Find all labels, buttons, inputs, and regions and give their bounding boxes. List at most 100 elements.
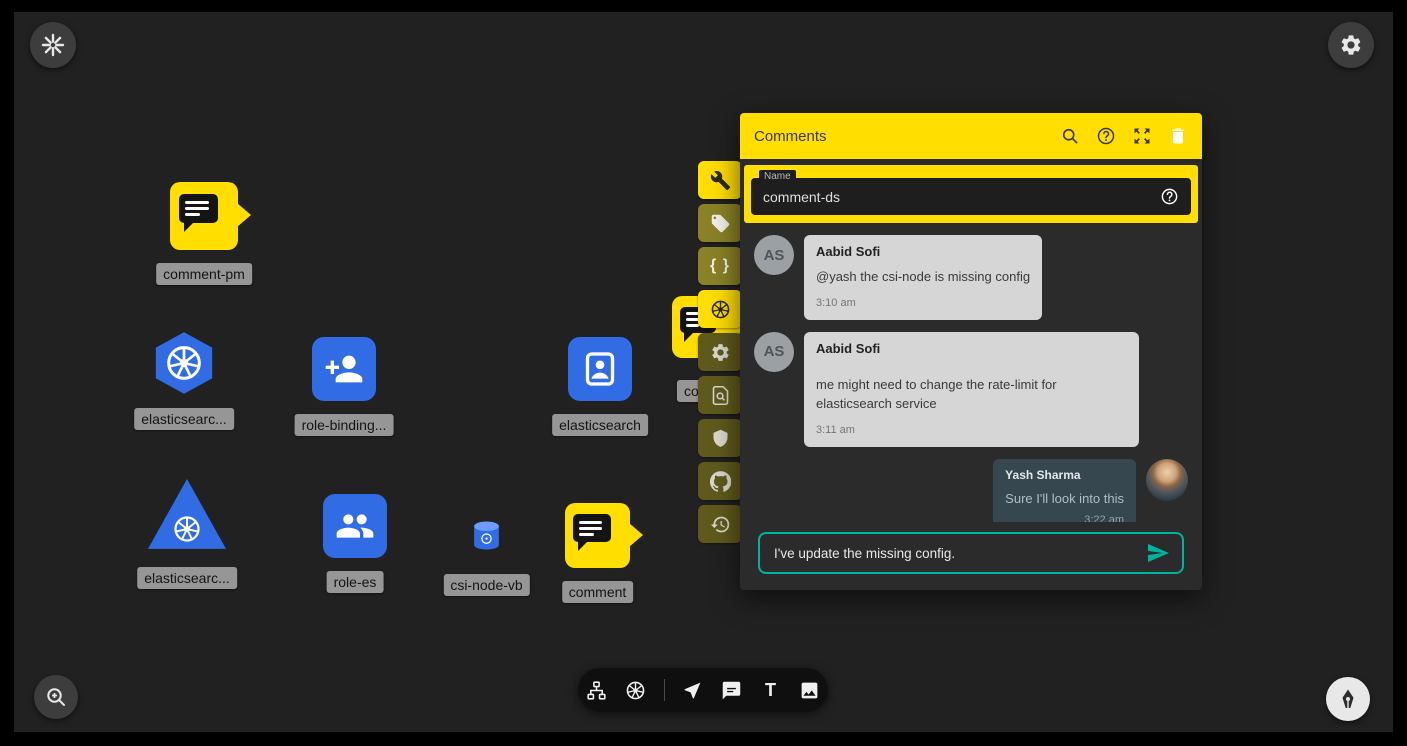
speech-bubble-icon — [179, 194, 218, 223]
message-bubble: Aabid Sofi @yash the csi-node is missing… — [804, 235, 1042, 320]
pen-nib-icon — [1336, 687, 1360, 711]
message-author: Aabid Sofi — [816, 243, 1030, 262]
message-text: me might need to change the rate-limit f… — [816, 376, 1127, 414]
storage-cylinder-icon — [470, 519, 503, 552]
node-label[interactable]: elasticsearch — [552, 414, 648, 436]
message-author: Yash Sharma — [1005, 467, 1124, 484]
history-button[interactable] — [698, 505, 742, 543]
message-bubble: Yash Sharma Sure I'll look into this 3:2… — [993, 459, 1136, 522]
message-time: 3:22 am — [1005, 513, 1124, 522]
text-tool-icon[interactable]: T — [760, 679, 782, 701]
settings-button[interactable] — [698, 333, 742, 371]
message-text: Sure I'll look into this — [1005, 490, 1124, 509]
gear-icon — [1339, 33, 1363, 57]
app-logo-button[interactable] — [30, 22, 76, 68]
zoom-in-icon — [44, 685, 68, 709]
person-add-icon — [312, 337, 376, 401]
comment-input-box[interactable] — [758, 532, 1184, 574]
help-icon[interactable] — [1160, 187, 1179, 206]
find-in-page-icon — [710, 385, 731, 406]
search-icon[interactable] — [1060, 126, 1080, 146]
kubernetes-triangle-icon — [148, 479, 226, 551]
node-action-toolbar: { } — [698, 161, 742, 543]
expand-icon[interactable] — [1132, 126, 1152, 146]
pen-tool-button[interactable] — [1326, 677, 1370, 721]
components-flow-icon[interactable] — [586, 679, 608, 701]
node-label[interactable]: role-es — [327, 571, 384, 593]
message-bubble: Aabid Sofi me might need to change the r… — [804, 332, 1139, 447]
message-text: @yash the csi-node is missing config — [816, 268, 1030, 287]
message-row: Yash Sharma Sure I'll look into this 3:2… — [754, 459, 1188, 522]
node-label[interactable]: role-binding... — [295, 414, 394, 436]
yash-avatar-photo — [1146, 459, 1188, 501]
message-row: AS Aabid Sofi @yash the csi-node is miss… — [754, 235, 1188, 320]
node-comment[interactable]: comment — [565, 503, 630, 568]
zoom-button[interactable] — [34, 675, 78, 719]
shield-icon — [710, 428, 731, 449]
gear-icon — [710, 342, 731, 363]
avatar: AS — [754, 235, 794, 275]
kubernetes-wheel-icon — [710, 299, 731, 320]
dock-divider — [664, 679, 665, 701]
name-field-label: Name — [759, 170, 796, 183]
braces-icon: { } — [710, 257, 730, 275]
node-elasticsearch-triangle[interactable]: elasticsearc... — [148, 479, 226, 551]
wrench-icon — [710, 170, 731, 191]
message-time: 3:11 am — [816, 423, 1127, 439]
node-role-es[interactable]: role-es — [323, 494, 387, 558]
delete-icon[interactable] — [1168, 126, 1188, 146]
node-label[interactable]: elasticsearc... — [137, 567, 237, 589]
node-label[interactable]: comment — [562, 581, 634, 603]
people-icon — [323, 494, 387, 558]
kubernetes-wheel-icon[interactable] — [625, 679, 647, 701]
node-elasticsearch-hexagon[interactable]: elasticsearc... — [152, 331, 216, 395]
send-icon[interactable] — [1146, 541, 1170, 565]
github-icon — [710, 471, 731, 492]
kubernetes-button[interactable] — [698, 290, 742, 328]
avatar: AS — [754, 332, 794, 372]
cursor-tool-icon[interactable] — [682, 679, 704, 701]
node-csi-node-vb[interactable]: csi-node-vb — [470, 519, 503, 552]
comment-icon — [565, 503, 630, 568]
media-tool-icon[interactable] — [799, 679, 821, 701]
speech-bubble-icon — [573, 514, 611, 542]
kubernetes-wheel-icon — [164, 343, 204, 383]
github-button[interactable] — [698, 462, 742, 500]
name-field-highlight: Name comment-ds — [744, 165, 1198, 223]
comment-tool-icon[interactable] — [721, 679, 743, 701]
braces-button[interactable]: { } — [698, 247, 742, 285]
name-field[interactable]: Name comment-ds — [751, 178, 1191, 215]
person-add-glyph — [324, 349, 364, 389]
badge-person-icon — [568, 337, 632, 401]
badge-person-glyph — [580, 349, 620, 389]
node-elasticsearch-serviceaccount[interactable]: elasticsearch — [568, 337, 632, 401]
comment-input[interactable] — [772, 545, 1138, 562]
message-author: Aabid Sofi — [816, 340, 1127, 359]
node-role-binding[interactable]: role-binding... — [312, 337, 376, 401]
inspect-button[interactable] — [698, 376, 742, 414]
tag-icon — [710, 213, 731, 234]
node-label[interactable]: csi-node-vb — [443, 574, 529, 596]
bottom-tool-dock: T — [578, 668, 828, 712]
tag-button[interactable] — [698, 204, 742, 242]
people-glyph — [335, 506, 375, 546]
asterisk-flower-icon — [41, 33, 65, 57]
node-comment-pm[interactable]: comment-pm — [170, 182, 238, 250]
comment-icon — [170, 182, 238, 250]
comments-panel: Comments Name comment-ds AS Aabid Sofi @… — [740, 113, 1202, 590]
kubernetes-hexagon-icon — [152, 331, 216, 395]
node-label[interactable]: elasticsearc... — [134, 408, 234, 430]
settings-button[interactable] — [1328, 22, 1374, 68]
message-time: 3:10 am — [816, 296, 1030, 312]
configure-wrench-button[interactable] — [698, 161, 742, 199]
comments-panel-header[interactable]: Comments — [740, 113, 1202, 159]
panel-title: Comments — [754, 128, 1060, 145]
comment-thread[interactable]: AS Aabid Sofi @yash the csi-node is miss… — [740, 231, 1202, 522]
node-label[interactable]: comment-pm — [156, 263, 252, 285]
history-icon — [710, 514, 731, 535]
kubernetes-wheel-icon — [172, 514, 202, 544]
help-icon[interactable] — [1096, 126, 1116, 146]
security-button[interactable] — [698, 419, 742, 457]
name-field-value[interactable]: comment-ds — [763, 189, 1160, 205]
message-row: AS Aabid Sofi me might need to change th… — [754, 332, 1188, 447]
